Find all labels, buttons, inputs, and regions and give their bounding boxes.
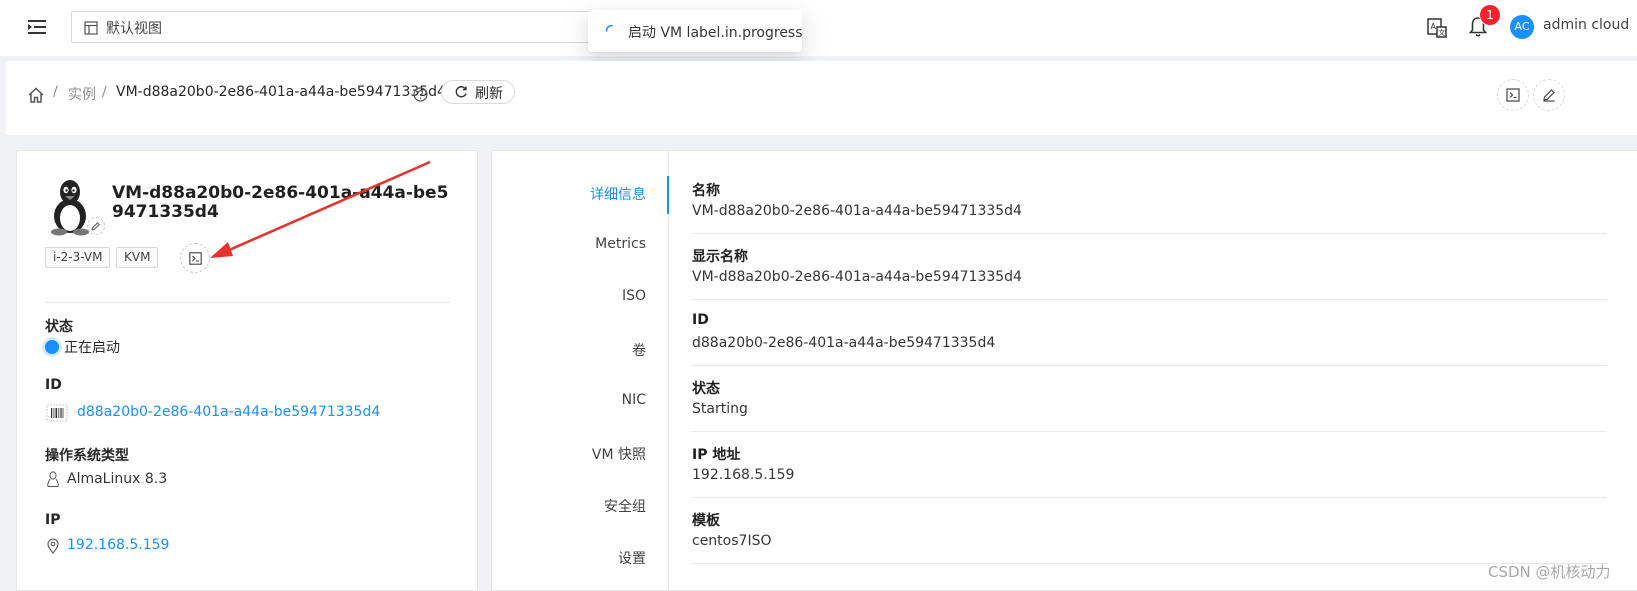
detail-row-id: ID d88a20b0-2e86-401a-a44a-be59471335d4 bbox=[692, 300, 1607, 366]
detail-label: 显示名称 bbox=[692, 249, 748, 265]
tab-vm-snapshots[interactable]: VM 快照 bbox=[592, 444, 646, 464]
status-label: 状态 bbox=[45, 319, 73, 335]
view-console-button[interactable] bbox=[180, 243, 210, 273]
home-icon[interactable] bbox=[27, 86, 45, 104]
watermark: CSDN @机核动力 bbox=[1488, 563, 1611, 581]
tab-details[interactable]: 详细信息 bbox=[590, 184, 646, 204]
instance-name: VM-d88a20b0-2e86-401a-a44a-be59471335d4 bbox=[112, 183, 449, 222]
instance-details-card: 详细信息 Metrics ISO 卷 NIC VM 快照 安全组 设置 名称 V… bbox=[491, 150, 1637, 591]
detail-label: 状态 bbox=[692, 381, 720, 397]
translate-icon[interactable]: A 文 bbox=[1426, 17, 1448, 39]
avatar[interactable]: AC bbox=[1510, 15, 1534, 39]
detail-label: 名称 bbox=[692, 183, 720, 199]
tab-nics[interactable]: NIC bbox=[622, 392, 646, 408]
detail-row-name: 名称 VM-d88a20b0-2e86-401a-a44a-be59471335… bbox=[692, 168, 1607, 234]
refresh-label: 刷新 bbox=[475, 86, 503, 102]
tab-metrics[interactable]: Metrics bbox=[595, 236, 646, 252]
instance-internal-name-tag: i-2-3-VM bbox=[45, 247, 111, 268]
os-type-value: AlmaLinux 8.3 bbox=[67, 471, 168, 487]
divider bbox=[45, 302, 450, 303]
code-icon bbox=[189, 252, 202, 265]
refresh-button[interactable]: 刷新 bbox=[441, 80, 515, 104]
breadcrumb-current: VM-d88a20b0-2e86-401a-a44a-be59471335d4 bbox=[116, 84, 446, 100]
detail-row-state: 状态 Starting bbox=[692, 366, 1607, 432]
status-indicator bbox=[45, 340, 59, 354]
menu-fold-icon[interactable] bbox=[26, 16, 48, 38]
detail-value: 192.168.5.159 bbox=[692, 467, 795, 483]
breadcrumb-separator: / bbox=[102, 84, 107, 100]
detail-tabs: 详细信息 Metrics ISO 卷 NIC VM 快照 安全组 设置 bbox=[492, 151, 669, 591]
ip-address-link[interactable]: 192.168.5.159 bbox=[67, 537, 169, 553]
instance-id-link[interactable]: d88a20b0-2e86-401a-a44a-be59471335d4 bbox=[77, 404, 380, 420]
edit-button[interactable] bbox=[1533, 79, 1565, 111]
id-label: ID bbox=[45, 377, 62, 393]
detail-value: VM-d88a20b0-2e86-401a-a44a-be59471335d4 bbox=[692, 269, 1022, 285]
tab-security-groups[interactable]: 安全组 bbox=[604, 496, 646, 516]
tab-settings[interactable]: 设置 bbox=[618, 548, 646, 568]
edit-icon bbox=[1543, 89, 1555, 102]
instance-summary-card: VM-d88a20b0-2e86-401a-a44a-be59471335d4 … bbox=[16, 150, 478, 591]
change-os-logo-button[interactable] bbox=[87, 217, 105, 235]
project-view-selector[interactable]: 默认视图 bbox=[71, 11, 626, 43]
hypervisor-tag: KVM bbox=[116, 247, 159, 268]
barcode-icon[interactable] bbox=[46, 404, 68, 422]
detail-row-display-name: 显示名称 VM-d88a20b0-2e86-401a-a44a-be594713… bbox=[692, 234, 1607, 300]
svg-text:A: A bbox=[1431, 22, 1437, 31]
ip-label: IP bbox=[45, 512, 61, 528]
active-tab-indicator bbox=[667, 176, 669, 214]
username-label[interactable]: admin cloud bbox=[1543, 17, 1629, 33]
toast-message: 启动 VM label.in.progress bbox=[628, 25, 803, 41]
detail-label: ID bbox=[692, 312, 709, 328]
environment-icon bbox=[47, 538, 59, 554]
view-selector-label: 默认视图 bbox=[106, 21, 162, 37]
detail-value: centos7ISO bbox=[692, 533, 772, 549]
detail-row-ip-address: IP 地址 192.168.5.159 bbox=[692, 432, 1607, 498]
detail-label: 模板 bbox=[692, 513, 720, 529]
detail-value: d88a20b0-2e86-401a-a44a-be59471335d4 bbox=[692, 335, 996, 351]
breadcrumb-bar: / 实例 / VM-d88a20b0-2e86-401a-a44a-be5947… bbox=[6, 61, 1637, 135]
os-type-label: 操作系统类型 bbox=[45, 448, 129, 464]
edit-icon bbox=[91, 222, 100, 231]
detail-value: VM-d88a20b0-2e86-401a-a44a-be59471335d4 bbox=[692, 203, 1022, 219]
detail-label: IP 地址 bbox=[692, 447, 741, 463]
loading-icon bbox=[605, 24, 613, 32]
svg-text:文: 文 bbox=[1438, 28, 1445, 37]
notification-toast: 启动 VM label.in.progress bbox=[588, 10, 803, 52]
breadcrumb-instances-link[interactable]: 实例 bbox=[68, 84, 96, 104]
console-button[interactable] bbox=[1497, 79, 1529, 111]
code-icon bbox=[1506, 88, 1520, 102]
breadcrumb-separator: / bbox=[53, 84, 58, 100]
reload-icon bbox=[455, 86, 467, 98]
detail-row-template: 模板 centos7ISO bbox=[692, 498, 1607, 564]
top-navigation-bar: 默认视图 启动 VM label.in.progress A 文 1 AC ad… bbox=[0, 0, 1637, 56]
status-value: 正在启动 bbox=[64, 340, 120, 356]
linux-icon bbox=[47, 471, 59, 487]
detail-value: Starting bbox=[692, 401, 748, 417]
layout-icon bbox=[84, 21, 98, 35]
notification-count-badge: 1 bbox=[1480, 5, 1500, 25]
question-circle-icon[interactable] bbox=[413, 87, 428, 102]
tab-iso[interactable]: ISO bbox=[622, 288, 646, 304]
tab-volumes[interactable]: 卷 bbox=[632, 340, 646, 360]
